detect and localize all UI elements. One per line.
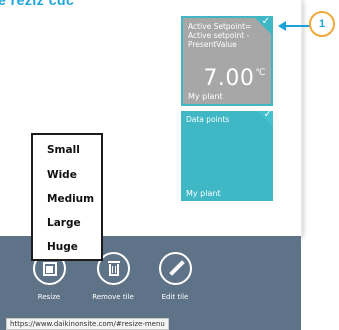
status-bar-url: https://www.daikinonsite.com/#resize-men… bbox=[6, 318, 169, 330]
pencil-icon bbox=[158, 252, 192, 285]
pane-edge bbox=[301, 0, 303, 236]
menu-item-medium[interactable]: Medium bbox=[47, 193, 94, 205]
callout-number-badge: 1 bbox=[309, 11, 335, 37]
tile-footer: My plant bbox=[188, 92, 223, 101]
resize-menu: Small Wide Medium Large Huge bbox=[31, 133, 103, 261]
menu-item-small[interactable]: Small bbox=[47, 144, 80, 156]
menu-item-huge[interactable]: Huge bbox=[47, 241, 78, 253]
tile-caption: Data points bbox=[186, 115, 230, 124]
edit-tile-button[interactable]: Edit tile bbox=[145, 252, 205, 301]
tile-caption: Active Setpoint= Active setpoint - Prese… bbox=[188, 22, 252, 49]
edit-tile-label: Edit tile bbox=[161, 293, 189, 301]
menu-item-large[interactable]: Large bbox=[47, 217, 81, 229]
cropped-heading-text: e reziz cdc bbox=[0, 0, 75, 8]
tile-footer: My plant bbox=[186, 189, 221, 198]
tile-value: 7.00℃ bbox=[203, 66, 265, 91]
tile-active-setpoint[interactable]: ✓ Active Setpoint= Active setpoint - Pre… bbox=[181, 16, 273, 106]
tile-data-points[interactable]: ✓ Data points My plant bbox=[181, 109, 273, 201]
callout-arrow-line bbox=[282, 25, 312, 27]
temperature-unit: ℃ bbox=[255, 68, 266, 78]
menu-item-wide[interactable]: Wide bbox=[47, 169, 77, 181]
resize-label: Resize bbox=[37, 293, 61, 301]
remove-tile-label: Remove tile bbox=[92, 293, 134, 301]
setpoint-value: 7.00 bbox=[203, 66, 255, 91]
callout-arrowhead-icon bbox=[278, 21, 286, 31]
screenshot-scene: e reziz cdc ✓ Active Setpoint= Active se… bbox=[0, 0, 339, 330]
